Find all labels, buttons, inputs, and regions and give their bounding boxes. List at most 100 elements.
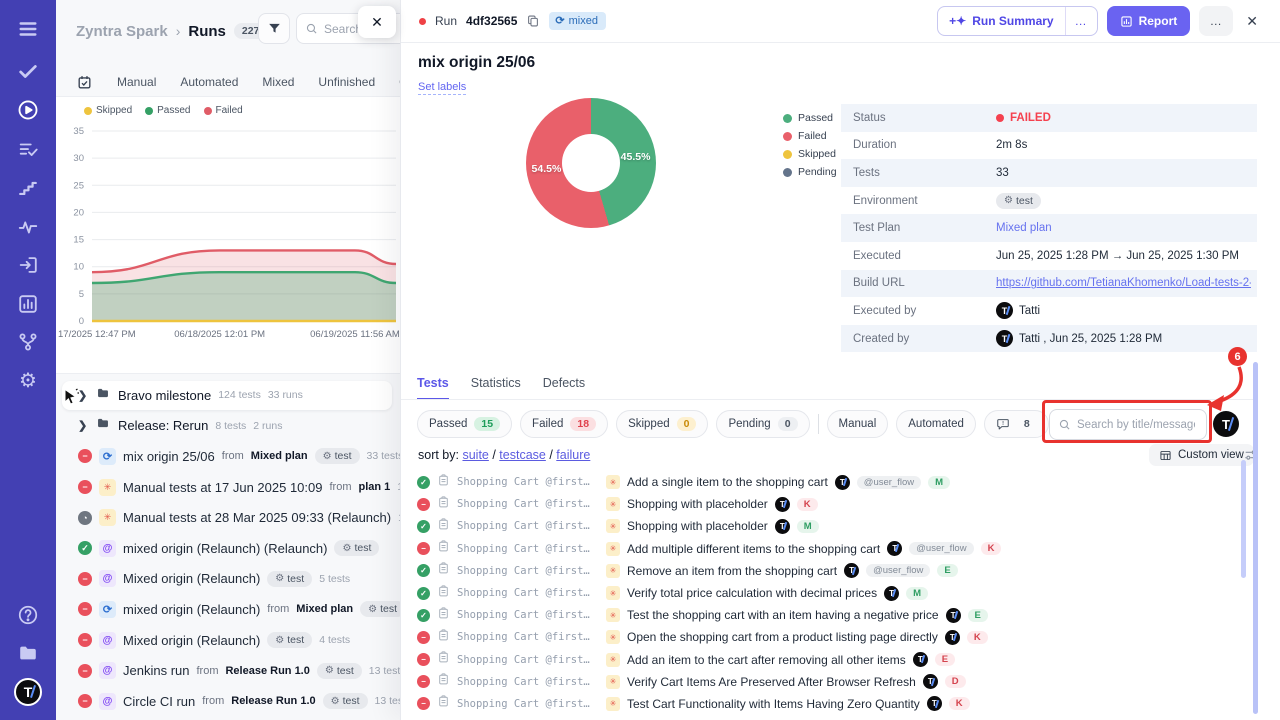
- run-from-plan[interactable]: Release Run 1.0: [231, 695, 315, 707]
- test-title[interactable]: Add a single item to the shopping cart: [627, 475, 828, 489]
- drawer-scrollbar[interactable]: [1253, 362, 1258, 714]
- run-list-item[interactable]: −@Mixed origin (Relaunch)⚙test4 tests: [56, 625, 400, 656]
- tab-statistics[interactable]: Statistics: [471, 376, 521, 400]
- test-row[interactable]: −Shopping Cart @first…✳Add multiple diff…: [417, 538, 1247, 560]
- detail-value-url[interactable]: https://github.com/TetianaKhomenko/Load-…: [996, 277, 1251, 289]
- sidebar-help-icon[interactable]: [17, 604, 39, 626]
- copy-icon[interactable]: [526, 14, 540, 28]
- test-suite-name[interactable]: Shopping Cart @first…: [457, 520, 599, 532]
- run-list-item[interactable]: −@Mixed origin (Relaunch)⚙test5 tests: [56, 564, 400, 595]
- test-tag-chip: K: [981, 542, 1002, 555]
- run-list-item[interactable]: −@Circle CI runfromRelease Run 1.0⚙test1…: [56, 686, 400, 717]
- sidebar-tests-icon[interactable]: [17, 60, 39, 82]
- test-suite-name[interactable]: Shopping Cart @first…: [457, 676, 599, 688]
- test-row[interactable]: ✓Shopping Cart @first…✳Verify total pric…: [417, 582, 1247, 604]
- run-folder-row[interactable]: ❯Release: Rerun8 tests2 runs: [56, 411, 400, 442]
- breadcrumb-app[interactable]: Zyntra Spark: [76, 23, 168, 40]
- run-from-plan[interactable]: Mixed plan: [296, 603, 353, 615]
- sidebar-signin-icon[interactable]: [17, 254, 39, 276]
- chevron-right-icon[interactable]: ❯: [78, 419, 88, 432]
- filter-chip-passed[interactable]: Passed15: [417, 410, 512, 438]
- sort-link-failure[interactable]: failure: [556, 448, 590, 462]
- filter-chip-pending[interactable]: Pending0: [716, 410, 809, 438]
- test-row[interactable]: −Shopping Cart @first…✳Open the shopping…: [417, 626, 1247, 648]
- test-title[interactable]: Test Cart Functionality with Items Havin…: [627, 697, 920, 711]
- runs-filter-button[interactable]: [258, 13, 290, 44]
- tab-defects[interactable]: Defects: [543, 376, 585, 400]
- test-suite-name[interactable]: Shopping Cart @first…: [457, 476, 599, 488]
- run-from-plan[interactable]: plan 1: [358, 481, 390, 493]
- sidebar-user-avatar[interactable]: T: [14, 678, 42, 706]
- chevron-right-icon[interactable]: ❯: [78, 389, 88, 402]
- drawer-close-button[interactable]: ✕: [1246, 13, 1258, 30]
- report-button[interactable]: Report: [1107, 6, 1191, 36]
- test-suite-name[interactable]: Shopping Cart @first…: [457, 654, 599, 666]
- set-labels-link[interactable]: Set labels: [418, 81, 466, 95]
- sidebar-projects-icon[interactable]: [17, 642, 39, 664]
- test-title[interactable]: Verify Cart Items Are Preserved After Br…: [627, 675, 916, 689]
- test-row[interactable]: −Shopping Cart @first…✳Shopping with pla…: [417, 493, 1247, 515]
- sidebar-reports-icon[interactable]: [17, 293, 39, 315]
- run-summary-button[interactable]: +✦Run Summary …: [937, 6, 1097, 36]
- drawer-close-overlay-button[interactable]: ✕: [358, 6, 396, 38]
- test-row[interactable]: −Shopping Cart @first…✳Add an item to th…: [417, 649, 1247, 671]
- run-list-item[interactable]: −@Jenkins runfromRelease Run 1.0⚙test13 …: [56, 655, 400, 686]
- filter-chip-manual[interactable]: Manual: [827, 410, 889, 438]
- run-kind-auto-icon: @: [99, 540, 116, 557]
- run-list-item[interactable]: −⟳mix origin 25/06fromMixed plan⚙test33 …: [56, 441, 400, 472]
- test-row[interactable]: −Shopping Cart @first…✳Verify Cart Items…: [417, 671, 1247, 693]
- test-title[interactable]: Open the shopping cart from a product li…: [627, 630, 938, 644]
- sort-link-testcase[interactable]: testcase: [499, 448, 546, 462]
- user-avatar[interactable]: T: [1213, 411, 1239, 437]
- test-title[interactable]: Verify total price calculation with deci…: [627, 586, 877, 600]
- sidebar-testlists-icon[interactable]: [17, 139, 39, 161]
- test-row[interactable]: ✓Shopping Cart @first…✳Test the shopping…: [417, 604, 1247, 626]
- test-row[interactable]: −Shopping Cart @first…✳Test Cart Functio…: [417, 693, 1247, 715]
- runs-tab-automated[interactable]: Automated: [180, 75, 238, 89]
- drawer-more-button[interactable]: …: [1199, 6, 1233, 36]
- run-folder-row[interactable]: ❯Bravo milestone124 tests33 runs: [56, 380, 400, 411]
- test-suite-name[interactable]: Shopping Cart @first…: [457, 543, 599, 555]
- test-title[interactable]: Shopping with placeholder: [627, 497, 768, 511]
- sidebar-steps-icon[interactable]: [17, 177, 39, 199]
- runs-tab-unfinished[interactable]: Unfinished: [318, 75, 375, 89]
- sidebar-runs-icon[interactable]: [17, 99, 39, 121]
- run-summary-more-button[interactable]: …: [1065, 7, 1097, 35]
- sidebar-integrations-icon[interactable]: [17, 331, 39, 353]
- test-suite-name[interactable]: Shopping Cart @first…: [457, 565, 599, 577]
- filter-chip-skipped[interactable]: Skipped0: [616, 410, 708, 438]
- test-suite-name[interactable]: Shopping Cart @first…: [457, 609, 599, 621]
- filter-chip-automated[interactable]: Automated: [896, 410, 976, 438]
- test-suite-name[interactable]: Shopping Cart @first…: [457, 698, 599, 710]
- tests-list-scrollbar[interactable]: [1241, 460, 1246, 578]
- test-title[interactable]: Remove an item from the shopping cart: [627, 564, 837, 578]
- runs-tab-mixed[interactable]: Mixed: [262, 75, 294, 89]
- sort-link-suite[interactable]: suite: [462, 448, 488, 462]
- run-from-plan[interactable]: Mixed plan: [251, 450, 308, 462]
- sidebar-menu-icon[interactable]: [17, 18, 39, 40]
- run-list-item[interactable]: −⟳mixed origin (Relaunch)fromMixed plan⚙…: [56, 594, 400, 625]
- sidebar-pulse-icon[interactable]: [17, 216, 39, 238]
- test-row[interactable]: ✓Shopping Cart @first…✳Remove an item fr…: [417, 560, 1247, 582]
- sidebar-settings-icon[interactable]: ⚙: [17, 370, 39, 392]
- run-list-item[interactable]: ✓@mixed origin (Relaunch) (Relaunch)⚙tes…: [56, 533, 400, 564]
- test-suite-name[interactable]: Shopping Cart @first…: [457, 587, 599, 599]
- run-board-icon[interactable]: [76, 74, 93, 91]
- test-row[interactable]: ✓Shopping Cart @first…✳Shopping with pla…: [417, 515, 1247, 537]
- tab-tests[interactable]: Tests: [417, 376, 449, 400]
- custom-view-button[interactable]: Custom view: [1149, 444, 1254, 466]
- test-suite-name[interactable]: Shopping Cart @first…: [457, 631, 599, 643]
- run-list-item[interactable]: ◔✳Manual tests at 28 Mar 2025 09:33 (Rel…: [56, 502, 400, 533]
- test-title[interactable]: Shopping with placeholder: [627, 519, 768, 533]
- run-list-item[interactable]: −✳Manual tests at 17 Jun 2025 10:09fromp…: [56, 472, 400, 503]
- run-from-plan[interactable]: Release Run 1.0: [225, 665, 309, 677]
- test-suite-name[interactable]: Shopping Cart @first…: [457, 498, 599, 510]
- test-title[interactable]: Add multiple different items to the shop…: [627, 542, 880, 556]
- filter-chip-failed[interactable]: Failed18: [520, 410, 608, 438]
- detail-value-link[interactable]: Mixed plan: [996, 222, 1052, 234]
- test-title[interactable]: Add an item to the cart after removing a…: [627, 653, 906, 667]
- runs-tab-manual[interactable]: Manual: [117, 75, 156, 89]
- test-row[interactable]: ✓Shopping Cart @first…✳Add a single item…: [417, 471, 1247, 493]
- filter-chip-comment-exclamation[interactable]: !8: [984, 410, 1049, 438]
- test-title[interactable]: Test the shopping cart with an item havi…: [627, 608, 939, 622]
